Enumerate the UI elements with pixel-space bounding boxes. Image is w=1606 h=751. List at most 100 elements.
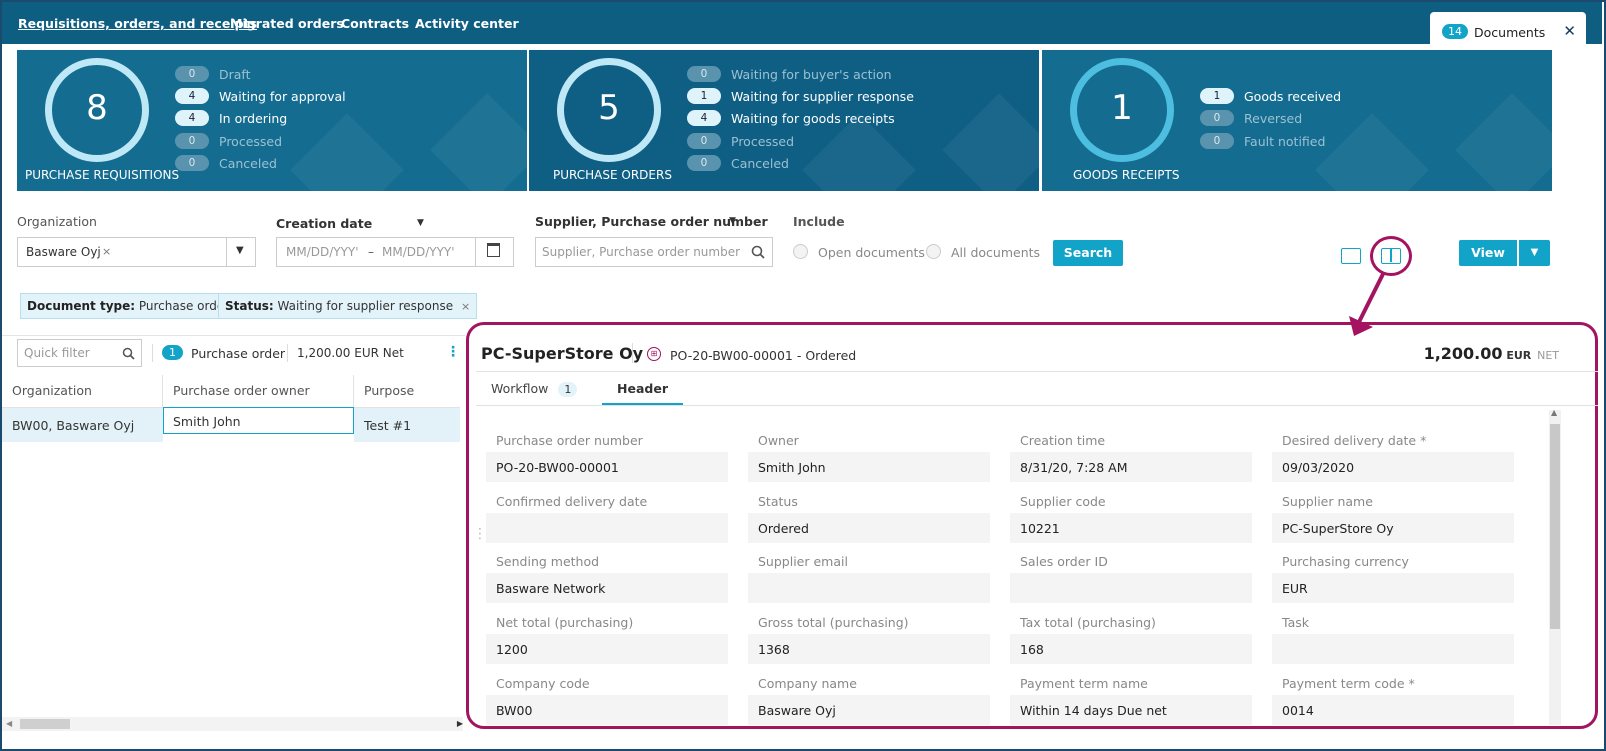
field-label: Sales order ID — [1020, 554, 1108, 569]
panel-decoration — [430, 93, 527, 191]
view-menu-chevron-down-icon[interactable]: ▼ — [1519, 240, 1550, 266]
field-value[interactable] — [748, 573, 990, 603]
field-label: Desired delivery date * — [1282, 433, 1427, 448]
status-row-processed[interactable]: 0 Processed — [175, 132, 282, 150]
status-row-waiting-supplier[interactable]: 1 Waiting for supplier response — [687, 87, 914, 105]
purchase-requisitions-panel[interactable]: 8 PURCHASE REQUISITIONS 0 Draft 4 Waiting … — [17, 50, 527, 191]
nav-link-requisitions[interactable]: Requisitions, orders, and receipts — [18, 16, 257, 31]
column-header-purpose[interactable]: Purpose — [354, 375, 460, 408]
status-row-fault-notified[interactable]: 0 Fault notified — [1200, 132, 1325, 150]
search-icon[interactable] — [122, 347, 135, 360]
table-cell-organization[interactable]: BW00, Basware Oyj — [2, 408, 163, 442]
date-to-input[interactable]: MM/DD/YYY' — [382, 245, 455, 259]
creation-date-range[interactable]: MM/DD/YYY' – MM/DD/YYY' — [276, 237, 514, 267]
field-value[interactable]: PC-SuperStore Oy — [1272, 513, 1514, 543]
creation-date-menu-icon[interactable]: ▼ — [417, 218, 424, 228]
date-from-input[interactable]: MM/DD/YYY' — [286, 245, 359, 259]
result-type: Purchase order — [191, 346, 286, 361]
close-icon[interactable]: ✕ — [1563, 22, 1576, 40]
filter-chip-status[interactable]: Status: Waiting for supplier response × — [218, 293, 478, 319]
status-row-waiting-buyer[interactable]: 0 Waiting for buyer's action — [687, 65, 892, 83]
status-row-canceled[interactable]: 0 Canceled — [175, 154, 277, 172]
view-button[interactable]: View — [1459, 240, 1517, 266]
field-value[interactable]: EUR — [1272, 573, 1514, 603]
po-amount: 1,200.00 EUR NET — [1423, 344, 1559, 363]
column-header-organization[interactable]: Organization — [2, 375, 163, 408]
organization-select[interactable]: Basware Oyj × ▼ — [17, 237, 256, 267]
vertical-scrollbar[interactable]: ▲ — [1549, 408, 1561, 725]
field-label: Payment term code * — [1282, 676, 1415, 691]
nav-link-migrated-orders[interactable]: Migrated orders — [230, 16, 344, 31]
goods-receipts-panel[interactable]: 1 GOODS RECEIPTS 1 Goods received 0 Revers… — [1042, 50, 1552, 191]
single-pane-view-icon[interactable] — [1341, 248, 1361, 264]
all-documents-label: All documents — [951, 245, 1041, 260]
scroll-thumb[interactable] — [1550, 424, 1560, 629]
remove-organization-icon[interactable]: × — [102, 245, 111, 258]
field-value[interactable]: Basware Oyj — [748, 695, 990, 725]
open-documents-radio[interactable] — [793, 244, 808, 259]
nav-link-contracts[interactable]: Contracts — [341, 16, 409, 31]
field-value[interactable] — [1010, 573, 1252, 603]
status-row-in-ordering[interactable]: 4 In ordering — [175, 109, 287, 127]
status-row-canceled[interactable]: 0 Canceled — [687, 154, 789, 172]
field-label: Purchase order number — [496, 433, 643, 448]
tab-workflow[interactable]: Workflow 1 — [491, 381, 578, 397]
count-value: 5 — [598, 88, 620, 128]
field-value[interactable]: 1368 — [748, 634, 990, 664]
table-cell-owner[interactable]: Smith John — [163, 407, 354, 434]
quick-filter-input[interactable]: Quick filter — [17, 339, 142, 367]
chevron-down-icon[interactable]: ▼ — [236, 245, 244, 256]
panel-caption: PURCHASE ORDERS — [553, 168, 672, 182]
field-value[interactable]: Smith John — [748, 452, 990, 482]
creation-date-label: Creation date — [276, 216, 373, 231]
tab-header[interactable]: Header — [602, 381, 683, 405]
field-value[interactable]: 0014 — [1272, 695, 1514, 725]
field-value[interactable] — [1272, 634, 1514, 664]
organization-label: Organization — [17, 214, 97, 229]
supplier-search-input[interactable]: Supplier, Purchase order number — [535, 237, 773, 267]
field-label: Net total (purchasing) — [496, 615, 634, 630]
field-value[interactable]: 10221 — [1010, 513, 1252, 543]
filter-chip-document-type[interactable]: Document type: Purchase order — [20, 293, 237, 319]
field-value[interactable] — [486, 513, 728, 543]
field-value[interactable]: Ordered — [748, 513, 990, 543]
field-value[interactable]: 1200 — [486, 634, 728, 664]
more-options-icon[interactable]: ⋮ — [446, 344, 460, 360]
field-label: Gross total (purchasing) — [758, 615, 909, 630]
field-value[interactable]: PO-20-BW00-00001 — [486, 452, 728, 482]
field-label: Sending method — [496, 554, 600, 569]
field-value[interactable]: BW00 — [486, 695, 728, 725]
nav-link-activity-center[interactable]: Activity center — [415, 16, 519, 31]
status-row-waiting-goods[interactable]: 4 Waiting for goods receipts — [687, 109, 895, 127]
field-value[interactable]: Basware Network — [486, 573, 728, 603]
field-label: Purchasing currency — [1282, 554, 1409, 569]
field-value[interactable]: 09/03/2020 — [1272, 452, 1514, 482]
status-row-draft[interactable]: 0 Draft — [175, 65, 251, 83]
horizontal-scrollbar[interactable]: ◀ ▶ — [2, 717, 463, 731]
purchase-order-icon: ⊞ — [647, 347, 661, 361]
status-row-goods-received[interactable]: 1 Goods received — [1200, 87, 1341, 105]
search-icon[interactable] — [751, 245, 765, 259]
field-value[interactable]: 8/31/20, 7:28 AM — [1010, 452, 1252, 482]
documents-tab[interactable]: 14 Documents ✕ — [1430, 12, 1586, 46]
po-number-status: PO-20-BW00-00001 - Ordered — [670, 348, 857, 363]
scroll-thumb[interactable] — [20, 719, 70, 729]
search-button[interactable]: Search — [1053, 240, 1123, 266]
purchase-orders-panel[interactable]: 5 PURCHASE ORDERS 0 Waiting for buyer's a… — [529, 50, 1039, 191]
calendar-icon[interactable] — [487, 243, 500, 257]
field-value[interactable]: Within 14 days Due net — [1010, 695, 1252, 725]
all-documents-radio[interactable] — [926, 244, 941, 259]
status-row-reversed[interactable]: 0 Reversed — [1200, 109, 1302, 127]
remove-chip-icon[interactable]: × — [461, 300, 470, 313]
field-value[interactable]: 168 — [1010, 634, 1252, 664]
split-pane-view-icon[interactable] — [1381, 248, 1401, 264]
organization-value: Basware Oyj — [26, 245, 101, 259]
field-label: Payment term name — [1020, 676, 1148, 691]
table-cell-purpose[interactable]: Test #1 — [354, 408, 460, 442]
column-header-owner[interactable]: Purchase order owner — [163, 375, 354, 408]
status-row-waiting-approval[interactable]: 4 Waiting for approval — [175, 87, 346, 105]
supplier-filter-menu-icon[interactable]: ▼ — [729, 216, 736, 226]
field-label: Company name — [758, 676, 857, 691]
status-row-processed[interactable]: 0 Processed — [687, 132, 794, 150]
panel-decoration — [290, 113, 404, 191]
